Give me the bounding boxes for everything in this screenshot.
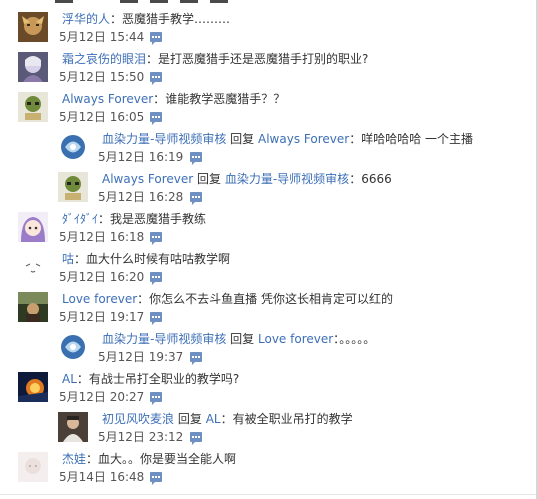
comment-text: 是打恶魔猎手还是恶魔猎手打别的职业? <box>158 52 369 66</box>
separator: ： <box>220 412 233 426</box>
avatar[interactable] <box>58 332 88 362</box>
separator: ： <box>146 52 159 66</box>
comment-username[interactable]: 初见风吹麦浪 <box>102 412 174 426</box>
reply-icon[interactable] <box>150 112 162 125</box>
reply-item: Always Forever 回复 血染力量-导师视频审核：6666 5月12日… <box>0 170 536 210</box>
comment-text: 。。。。。 <box>339 332 376 346</box>
avatar[interactable] <box>18 372 48 402</box>
avatar[interactable] <box>18 452 48 482</box>
avatar[interactable] <box>18 92 48 122</box>
comment-item: 杰娃：血大。。你是要当全能人啊 5月14日 16:48 <box>0 450 536 490</box>
reply-icon[interactable] <box>190 192 202 205</box>
comment-username[interactable]: 血染力量-导师视频审核 <box>102 132 226 146</box>
comment-item: ﾀﾞｲﾀﾞｲ：我是恶魔猎手教练 5月12日 16:18 <box>0 210 536 250</box>
comment-username[interactable]: ﾀﾞｲﾀﾞｲ <box>62 212 98 226</box>
separator: ： <box>74 252 87 266</box>
reply-icon[interactable] <box>150 232 162 245</box>
reply-icon[interactable] <box>150 392 162 405</box>
reply-icon[interactable] <box>150 32 162 45</box>
comment-item: 浮华的人：恶魔猎手教学……… 5月12日 15:44 <box>0 10 536 50</box>
comment-time: 5月12日 19:37 <box>98 350 184 364</box>
comment-username[interactable]: Love forever <box>62 292 137 306</box>
reply-label: 回复 <box>230 132 255 146</box>
comment-time: 5月12日 16:19 <box>98 150 184 164</box>
comment-text: 你怎么不去斗鱼直播 凭你这长相肯定可以红的 <box>149 292 393 306</box>
reply-icon[interactable] <box>190 152 202 165</box>
reply-icon[interactable] <box>150 272 162 285</box>
comment-time: 5月12日 23:12 <box>98 430 184 444</box>
separator: ： <box>86 452 99 466</box>
comment-time: 5月12日 16:18 <box>59 230 145 244</box>
comment-item: Love forever：你怎么不去斗鱼直播 凭你这长相肯定可以红的 5月12日… <box>0 290 536 330</box>
reply-to-username[interactable]: AL <box>206 412 221 426</box>
separator: ： <box>349 132 362 146</box>
comment-username[interactable]: 浮华的人 <box>62 12 110 26</box>
separator: ： <box>153 92 166 106</box>
avatar[interactable] <box>18 52 48 82</box>
separator: ： <box>349 172 362 186</box>
separator: ： <box>76 372 89 386</box>
comment-text: 血大什么时候有咕咕教学啊 <box>86 252 231 266</box>
avatar[interactable] <box>58 132 88 162</box>
comment-username[interactable]: AL <box>62 372 77 386</box>
comment-text: 6666 <box>361 172 392 186</box>
avatar[interactable] <box>58 412 88 442</box>
divider <box>0 494 536 495</box>
comment-item: 咕：血大什么时候有咕咕教学啊 5月12日 16:20 <box>0 250 536 290</box>
reply-to-username[interactable]: 血染力量-导师视频审核 <box>225 172 349 186</box>
reply-icon[interactable] <box>150 72 162 85</box>
reply-to-username[interactable]: Love forever <box>258 332 333 346</box>
comment-item: 霜之哀伤的眼泪：是打恶魔猎手还是恶魔猎手打别的职业? 5月12日 15:50 <box>0 50 536 90</box>
reply-item: 血染力量-导师视频审核 回复 Love forever：。。。。。 5月12日 … <box>0 330 536 370</box>
avatar[interactable] <box>18 212 48 242</box>
comment-time: 5月12日 15:44 <box>59 30 145 44</box>
reply-icon[interactable] <box>150 472 162 485</box>
comment-username[interactable]: 杰娃 <box>62 452 86 466</box>
comment-item: AL：有战士吊打全职业的教学吗? 5月12日 20:27 <box>0 370 536 410</box>
reply-item: 初见风吹麦浪 回复 AL：有被全职业吊打的教学 5月12日 23:12 <box>0 410 536 450</box>
reply-icon[interactable] <box>190 432 202 445</box>
comment-username[interactable]: 血染力量-导师视频审核 <box>102 332 226 346</box>
comment-item: Always Forever：谁能教学恶魔猎手？？ 5月12日 16:05 <box>0 90 536 130</box>
comment-time: 5月12日 19:17 <box>59 310 145 324</box>
reply-label: 回复 <box>177 412 202 426</box>
avatar[interactable] <box>18 252 48 282</box>
avatar[interactable] <box>18 12 48 42</box>
reply-to-username[interactable]: Always Forever <box>258 132 349 146</box>
comment-time: 5月14日 16:48 <box>59 470 145 484</box>
comment-text: 有被全职业吊打的教学 <box>232 412 353 426</box>
comment-text: 谁能教学恶魔猎手？？ <box>165 92 286 106</box>
comment-text: 我是恶魔猎手教练 <box>110 212 207 226</box>
comment-time: 5月12日 20:27 <box>59 390 145 404</box>
comment-username[interactable]: Always Forever <box>102 172 193 186</box>
comment-text: 咩哈哈哈哈 一个主播 <box>361 132 474 146</box>
top-cropped-icons <box>0 0 536 3</box>
reply-label: 回复 <box>197 172 222 186</box>
comment-time: 5月12日 16:20 <box>59 270 145 284</box>
reply-icon[interactable] <box>150 312 162 325</box>
separator: ： <box>110 12 123 26</box>
avatar[interactable] <box>58 172 88 202</box>
comment-text: 血大。。你是要当全能人啊 <box>98 452 237 466</box>
comment-time: 5月12日 16:05 <box>59 110 145 124</box>
comment-username[interactable]: 咕 <box>62 252 74 266</box>
comment-text: 恶魔猎手教学……… <box>122 12 231 26</box>
reply-item: 血染力量-导师视频审核 回复 Always Forever：咩哈哈哈哈 一个主播… <box>0 130 536 170</box>
separator: ： <box>137 292 150 306</box>
avatar[interactable] <box>18 292 48 322</box>
comment-username[interactable]: 霜之哀伤的眼泪 <box>62 52 146 66</box>
separator: ： <box>98 212 111 226</box>
reply-label: 回复 <box>230 332 255 346</box>
comment-username[interactable]: Always Forever <box>62 92 153 106</box>
comment-text: 有战士吊打全职业的教学吗? <box>88 372 240 386</box>
comment-time: 5月12日 15:50 <box>59 70 145 84</box>
comment-time: 5月12日 16:28 <box>98 190 184 204</box>
reply-icon[interactable] <box>190 352 202 365</box>
